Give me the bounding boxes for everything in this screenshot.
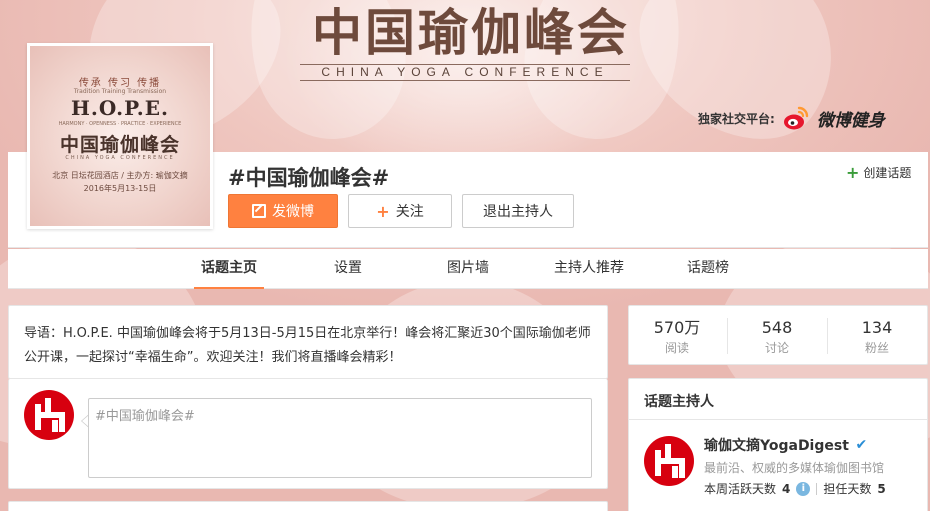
tab-topic-home[interactable]: 话题主页 bbox=[194, 249, 264, 289]
host-days-value: 5 bbox=[877, 481, 886, 496]
stat-fans-label: 粉丝 bbox=[864, 341, 889, 355]
host-name: 瑜伽文摘YogaDigest bbox=[704, 438, 849, 454]
stat-reads: 570万 阅读 bbox=[627, 318, 727, 358]
host-stats: 本周活跃天数 4 i 担任天数 5 bbox=[704, 480, 886, 497]
cover-title-en: CHINA YOGA CONFERENCE bbox=[65, 155, 175, 161]
compose-input[interactable]: #中国瑜伽峰会# bbox=[88, 398, 592, 478]
cover-tagline-en: Tradition Training Transmission bbox=[73, 88, 167, 95]
stat-discussions-value: 548 bbox=[761, 318, 793, 337]
tab-settings[interactable]: 设置 bbox=[318, 249, 378, 289]
tab-topic-rank[interactable]: 话题榜 bbox=[676, 249, 740, 289]
partner-info: 独家社交平台: 微博健身 bbox=[698, 100, 885, 136]
partner-label: 独家社交平台: bbox=[698, 111, 775, 126]
stat-reads-value: 570万 bbox=[653, 318, 701, 337]
stat-fans: 134 粉丝 bbox=[827, 318, 927, 358]
host-description: 最前沿、权威的多媒体瑜伽图书馆 bbox=[704, 461, 885, 475]
plus-icon: + bbox=[376, 201, 390, 221]
feed-card bbox=[8, 501, 608, 511]
stat-discussions-label: 讨论 bbox=[764, 341, 789, 355]
partner-brand: 微博健身 bbox=[816, 110, 885, 131]
cover-venue: 北京 日坛花园酒店 / 主办方: 瑜伽文摘 bbox=[52, 171, 188, 180]
cover-hope-caption: HARMONY · OPENNESS · PRACTICE · EXPERIEN… bbox=[58, 121, 182, 127]
tab-photo-wall[interactable]: 图片墙 bbox=[436, 249, 500, 289]
exit-host-button[interactable]: 退出主持人 bbox=[462, 194, 574, 228]
follow-button[interactable]: + 关注 bbox=[348, 194, 452, 228]
user-avatar[interactable] bbox=[24, 390, 74, 440]
tab-host-recommend[interactable]: 主持人推荐 bbox=[548, 249, 630, 289]
exit-host-label: 退出主持人 bbox=[483, 204, 553, 220]
stat-reads-label: 阅读 bbox=[664, 341, 689, 355]
host-name-link[interactable]: 瑜伽文摘YogaDigest ✔ bbox=[704, 435, 869, 455]
host-divider bbox=[628, 419, 928, 420]
cover-hope-logo: H.O.P.E. bbox=[71, 96, 169, 120]
post-weibo-button[interactable]: 发微博 bbox=[228, 194, 338, 228]
cover-tagline: 传承 传习 传播 bbox=[78, 78, 162, 89]
stat-discussions: 548 讨论 bbox=[727, 318, 827, 358]
active-days-value: 4 bbox=[782, 481, 791, 496]
host-section-title: 话题主持人 bbox=[644, 394, 714, 410]
cover-date: 2016年5月13-15日 bbox=[83, 184, 157, 193]
verified-icon: ✔ bbox=[853, 436, 869, 453]
topic-cover-image[interactable]: 传承 传习 传播 Tradition Training Transmission… bbox=[27, 43, 213, 229]
host-days-label: 担任天数 bbox=[823, 482, 872, 496]
banner-title: 中国瑜伽峰会 bbox=[312, 3, 630, 62]
edit-icon bbox=[252, 204, 266, 218]
info-icon[interactable]: i bbox=[796, 481, 811, 496]
create-topic-label: 创建话题 bbox=[863, 166, 912, 180]
create-topic-link[interactable]: + 创建话题 bbox=[846, 164, 911, 181]
topic-intro: 导语：H.O.P.E. 中国瑜伽峰会将于5月13日-5月15日在北京举行！峰会将… bbox=[24, 326, 591, 365]
active-days-label: 本周活跃天数 bbox=[704, 482, 777, 496]
stats-divider bbox=[816, 482, 818, 495]
follow-label: 关注 bbox=[395, 204, 424, 220]
banner-subtitle: CHINA YOGA CONFERENCE bbox=[300, 64, 630, 81]
post-weibo-label: 发微博 bbox=[272, 204, 314, 220]
stat-fans-value: 134 bbox=[861, 318, 893, 337]
host-avatar[interactable] bbox=[644, 436, 694, 486]
topic-title: #中国瑜伽峰会# bbox=[228, 166, 390, 190]
weibo-logo-icon bbox=[781, 103, 811, 133]
topic-nav: 话题主页 设置 图片墙 主持人推荐 话题榜 bbox=[8, 249, 928, 289]
cover-title: 中国瑜伽峰会 bbox=[59, 134, 180, 156]
plus-icon: + bbox=[846, 162, 860, 182]
